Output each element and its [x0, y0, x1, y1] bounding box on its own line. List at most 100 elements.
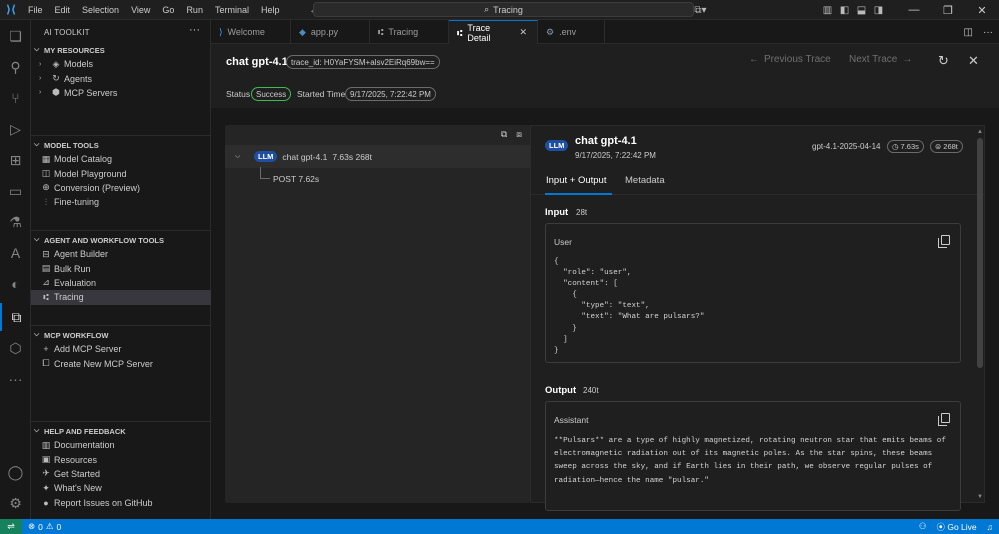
layout-customize-icon[interactable]: ▥	[819, 0, 836, 20]
sidebar-item-evaluation[interactable]: ⊿ Evaluation	[31, 276, 211, 290]
section-header[interactable]: ⌵ MY RESOURCES	[31, 43, 211, 57]
sidebar-item-get-started[interactable]: ✈ Get Started	[31, 467, 211, 481]
toggle-primary-sidebar-icon[interactable]: ◧	[836, 0, 853, 20]
menu-view[interactable]: View	[125, 0, 156, 20]
menu-selection[interactable]: Selection	[76, 0, 125, 20]
input-token-count: 28t	[576, 208, 588, 217]
section-header[interactable]: ⌵ MODEL TOOLS	[31, 138, 211, 152]
copy-icon[interactable]	[938, 413, 950, 426]
close-icon[interactable]: ✕	[968, 53, 979, 69]
more-actions-icon[interactable]: ···	[189, 24, 200, 36]
go-live-button[interactable]: ⦿ Go Live	[936, 521, 976, 533]
menu-go[interactable]: Go	[156, 0, 180, 20]
previous-trace-button[interactable]: ← Previous Trace	[749, 54, 831, 65]
chevron-down-icon[interactable]: ⌵	[235, 153, 249, 161]
sidebar-item-model-catalog[interactable]: ▦ Model Catalog	[31, 152, 211, 166]
duration-badge: ◷ 7.63s	[887, 140, 924, 153]
manage-gear-icon[interactable]: ⚙	[0, 489, 31, 517]
remote-explorer-icon[interactable]: ▭	[0, 177, 31, 205]
remote-indicator-icon[interactable]: ⇌	[0, 519, 22, 534]
sidebar-item-report-issues[interactable]: ● Report Issues on GitHub	[31, 496, 211, 510]
input-role: User	[554, 237, 572, 247]
sidebar-item-agent-builder[interactable]: ⊟ Agent Builder	[31, 247, 211, 261]
sidebar-item-add-mcp-server[interactable]: + Add MCP Server	[31, 342, 211, 356]
toggle-panel-icon[interactable]: ⬓	[853, 0, 870, 20]
tab-input-output[interactable]: Input + Output	[546, 175, 606, 186]
sidebar-item-mcp-servers[interactable]: › ⬢ MCP Servers	[31, 86, 211, 100]
sidebar-item-documentation[interactable]: ▥ Documentation	[31, 438, 211, 452]
menu-bar: File Edit Selection View Go Run Terminal…	[22, 0, 285, 20]
section-help-feedback: ⌵ HELP AND FEEDBACK ▥ Documentation ▣ Resou…	[31, 424, 211, 510]
collapse-all-icon[interactable]: ⧈	[516, 129, 522, 140]
chevron-down-icon: ⌵	[34, 427, 40, 434]
sidebar-item-model-playground[interactable]: ◫ Model Playground	[31, 166, 211, 180]
arrow-left-icon: ←	[749, 54, 759, 65]
source-control-icon[interactable]: ⑂	[0, 84, 31, 112]
extensions-icon[interactable]: ⊞	[0, 146, 31, 174]
sidebar-item-conversion[interactable]: ⊕ Conversion (Preview)	[31, 181, 211, 195]
more-icon[interactable]: ···	[0, 365, 31, 393]
explorer-icon[interactable]: ❏	[0, 22, 31, 50]
sidebar-item-resources[interactable]: ▣ Resources	[31, 452, 211, 466]
section-header[interactable]: ⌵ HELP AND FEEDBACK	[31, 424, 211, 438]
search-view-icon[interactable]: ⚲	[0, 53, 31, 81]
copilot-status-icon[interactable]: ⚇	[919, 521, 927, 532]
documentation-icon: ▥	[41, 439, 51, 450]
python-icon: ◆	[299, 26, 306, 37]
scroll-up-icon[interactable]: ▲	[977, 129, 983, 135]
section-header[interactable]: ⌵ MCP WORKFLOW	[31, 328, 211, 342]
tab-metadata[interactable]: Metadata	[625, 175, 665, 186]
close-window-icon[interactable]: ✕	[965, 0, 999, 20]
menu-help[interactable]: Help	[255, 0, 286, 20]
toggle-secondary-sidebar-icon[interactable]: ◨	[870, 0, 887, 20]
trace-id-badge[interactable]: trace_id: H0YaFYSM+alsv2EiRq69bw==	[286, 55, 440, 69]
ai-toolkit-icon[interactable]: ⧉	[0, 303, 31, 331]
copilot-icon[interactable]: ⧉▾	[692, 0, 709, 20]
tab-env[interactable]: ⚙ .env	[538, 20, 605, 44]
search-icon: ⌕	[484, 4, 490, 14]
sidebar-item-create-mcp-server[interactable]: ⧠ Create New MCP Server	[31, 356, 211, 370]
minimize-icon[interactable]: —	[897, 0, 931, 20]
sidebar-item-bulk-run[interactable]: ▤ Bulk Run	[31, 261, 211, 275]
scroll-down-icon[interactable]: ▼	[977, 494, 983, 500]
menu-edit[interactable]: Edit	[49, 0, 77, 20]
next-trace-button[interactable]: Next Trace →	[849, 54, 912, 65]
sidebar-item-models[interactable]: › ◈ Models	[31, 57, 211, 71]
chevron-right-icon: ›	[39, 75, 42, 83]
span-row-root[interactable]: ⌵ LLM chat gpt-4.1 7.63s 268t	[225, 145, 530, 168]
span-row-post[interactable]: POST 7.62s	[273, 174, 319, 184]
account-icon[interactable]: ◯	[0, 458, 31, 486]
error-icon: ⊗	[28, 521, 36, 531]
sidebar-item-tracing[interactable]: ⑆ Tracing	[31, 290, 211, 305]
refresh-icon[interactable]: ↻	[938, 53, 949, 69]
menu-terminal[interactable]: Terminal	[209, 0, 255, 20]
tab-welcome[interactable]: ⟩ Welcome	[211, 20, 291, 44]
sidebar-item-agents[interactable]: › ↻ Agents	[31, 71, 211, 85]
tab-app-py[interactable]: ◆ app.py	[291, 20, 370, 44]
close-icon[interactable]: ✕	[519, 27, 527, 38]
notifications-icon[interactable]: ♫	[987, 522, 993, 532]
menu-run[interactable]: Run	[180, 0, 209, 20]
restore-icon[interactable]: ❐	[931, 0, 965, 20]
testing-icon[interactable]: ⚗	[0, 208, 31, 236]
run-debug-icon[interactable]: ▷	[0, 115, 31, 143]
section-header[interactable]: ⌵ AGENT AND WORKFLOW TOOLS	[31, 233, 211, 247]
expand-all-icon[interactable]: ⧉	[501, 129, 507, 140]
command-center[interactable]: ⌕ Tracing	[313, 2, 694, 17]
menu-file[interactable]: File	[22, 0, 49, 20]
sidebar-item-fine-tuning[interactable]: ⫶ Fine-tuning	[31, 195, 211, 209]
detail-scrollbar[interactable]	[977, 138, 983, 368]
problems-indicator[interactable]: ⊗ 0 ⚠ 0	[28, 521, 61, 532]
split-editor-icon[interactable]: ◫	[964, 27, 973, 38]
title-bar: ⟩⟨ File Edit Selection View Go Run Termi…	[0, 0, 999, 20]
more-actions-icon[interactable]: ···	[983, 27, 993, 38]
containers-icon[interactable]: ⬡	[0, 334, 31, 362]
edge-icon[interactable]: ◐	[0, 270, 31, 298]
tab-tracing[interactable]: ⑆ Tracing	[370, 20, 449, 44]
copy-icon[interactable]	[938, 235, 950, 248]
sidebar-item-whats-new[interactable]: ✦ What's New	[31, 481, 211, 495]
trace-title: chat gpt-4.1	[226, 56, 288, 68]
tokens-badge: ⊜ 268t	[930, 140, 963, 153]
azure-icon[interactable]: A	[0, 239, 31, 267]
tab-trace-detail[interactable]: ⑆ Trace Detail ✕	[449, 20, 538, 44]
